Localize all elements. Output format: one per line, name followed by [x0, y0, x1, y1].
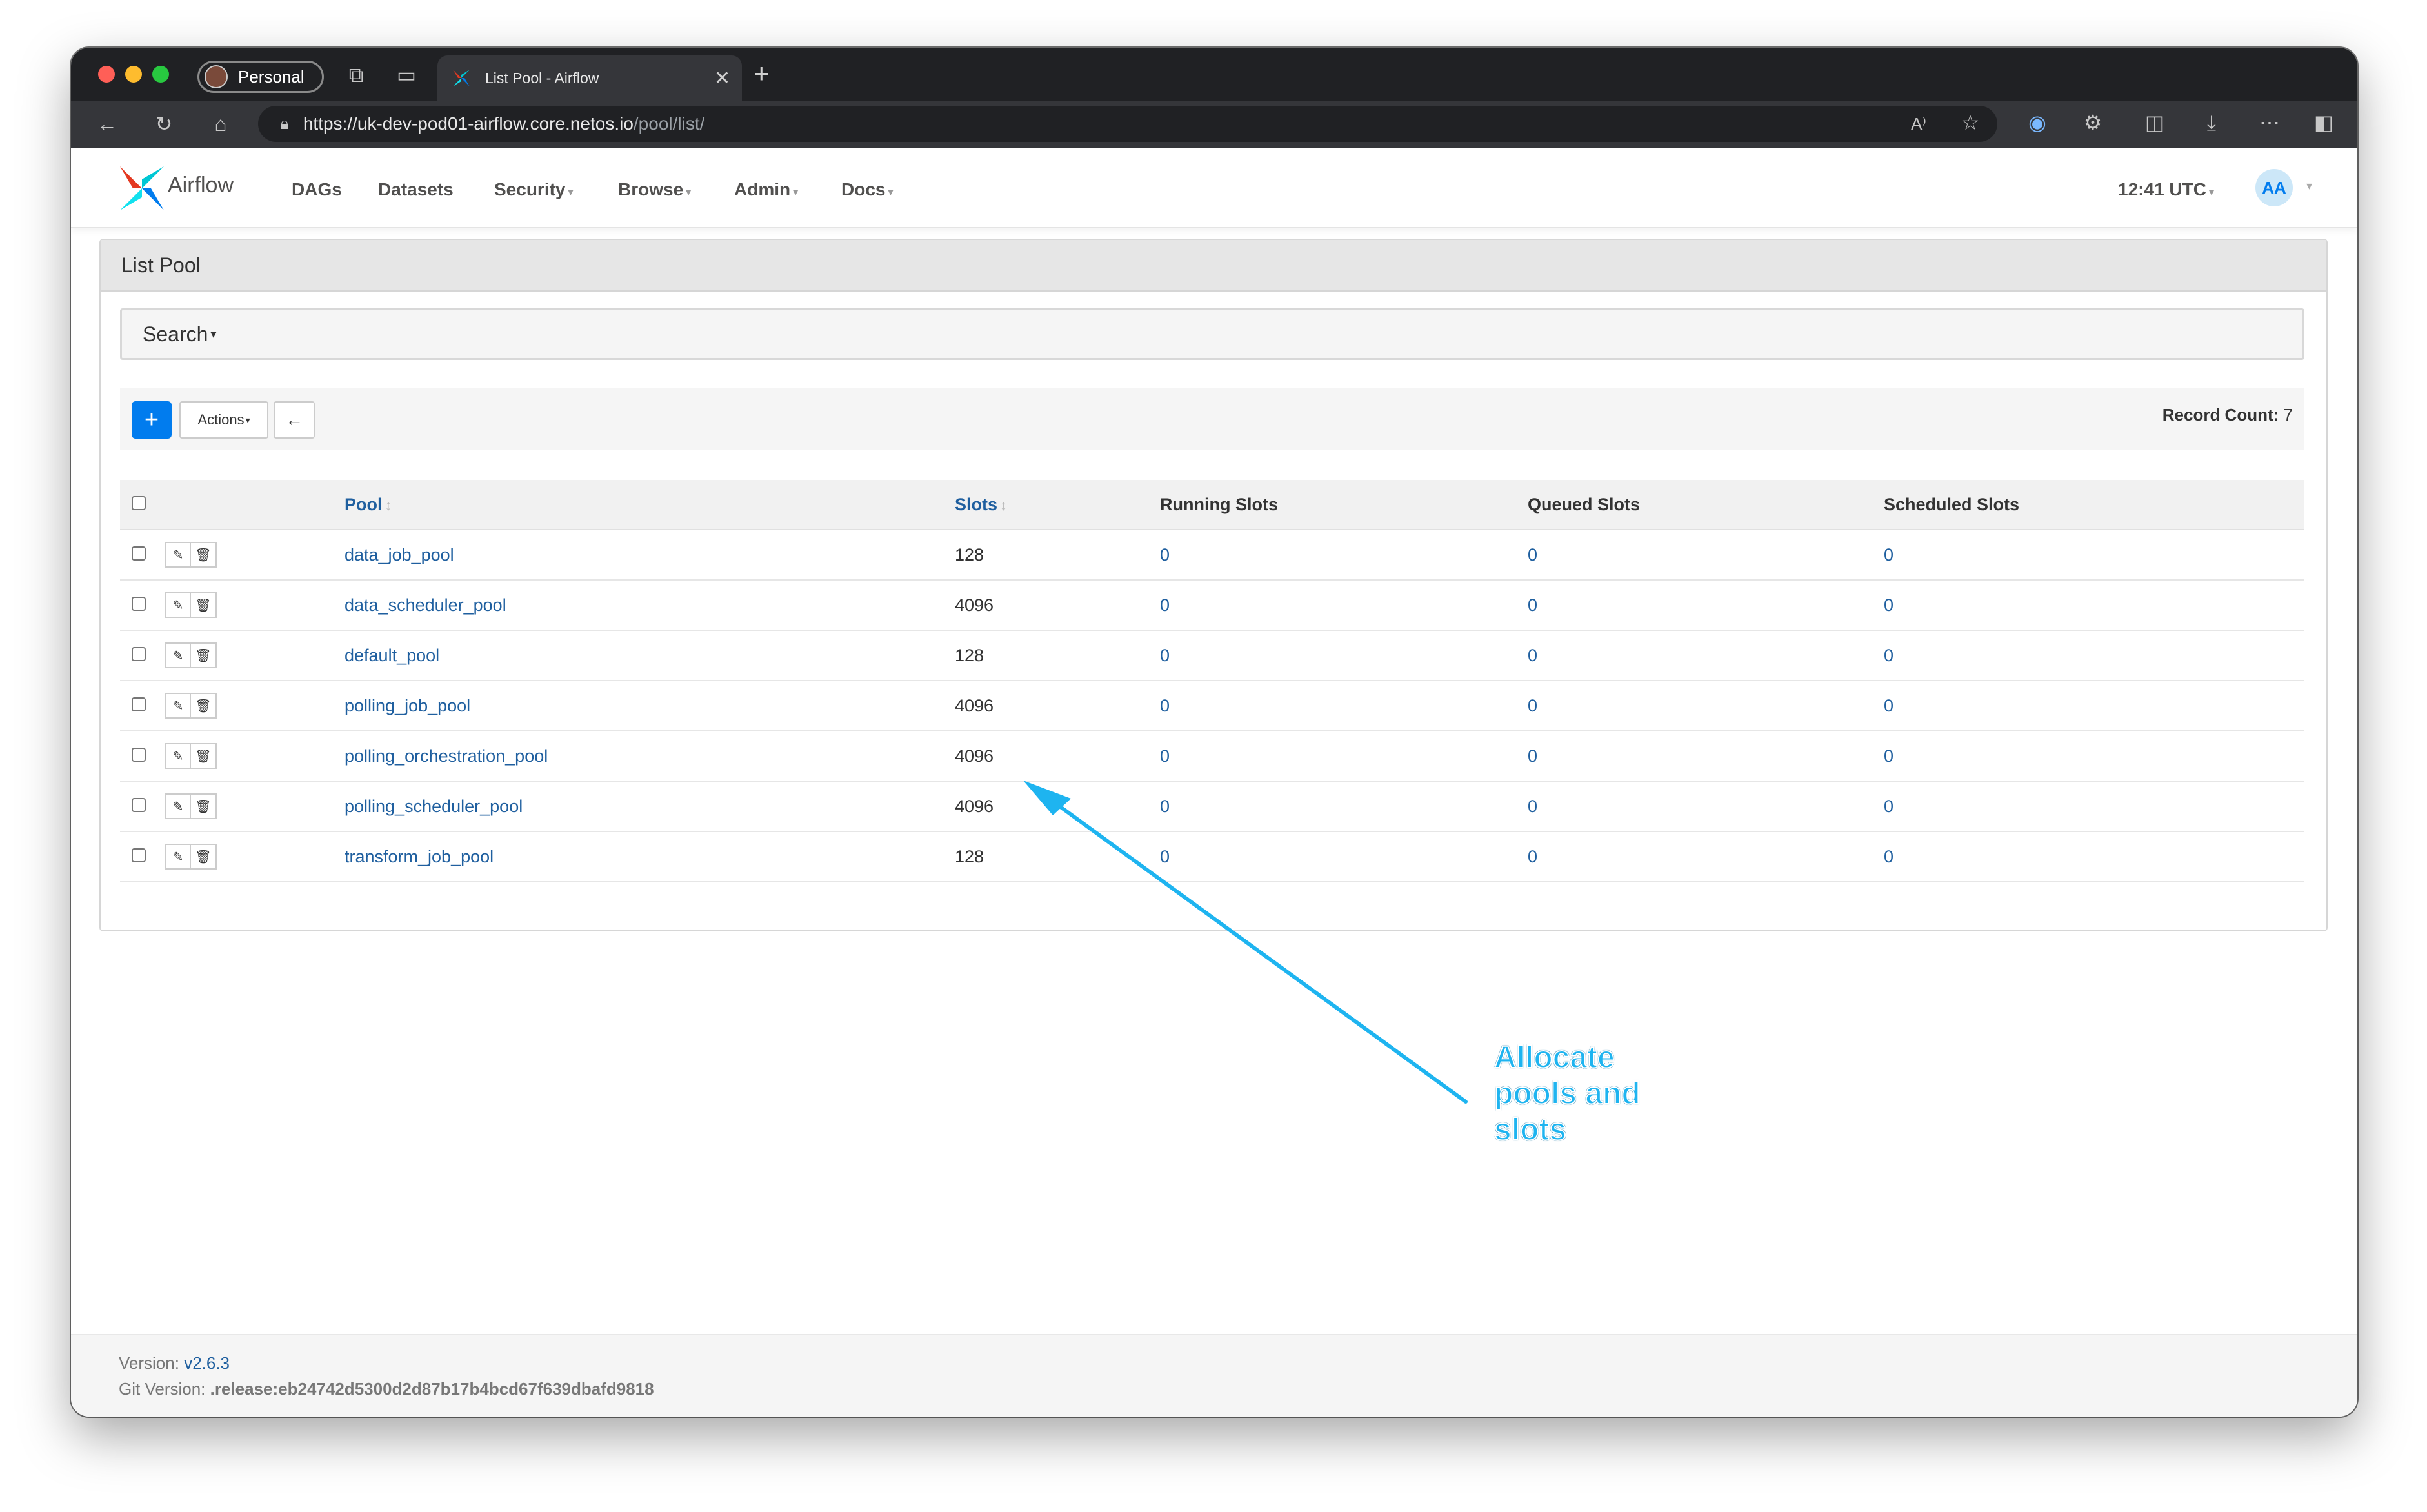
annotation-line: Allocate: [1493, 1040, 1615, 1075]
arrow-shaft: [1047, 797, 1468, 1104]
annotation-line: pools and: [1493, 1076, 1641, 1111]
annotation-line: slots: [1493, 1112, 1567, 1148]
annotation-arrow: [1023, 781, 1468, 1104]
annotation-text: Allocate pools and slots: [1493, 1040, 1701, 1148]
